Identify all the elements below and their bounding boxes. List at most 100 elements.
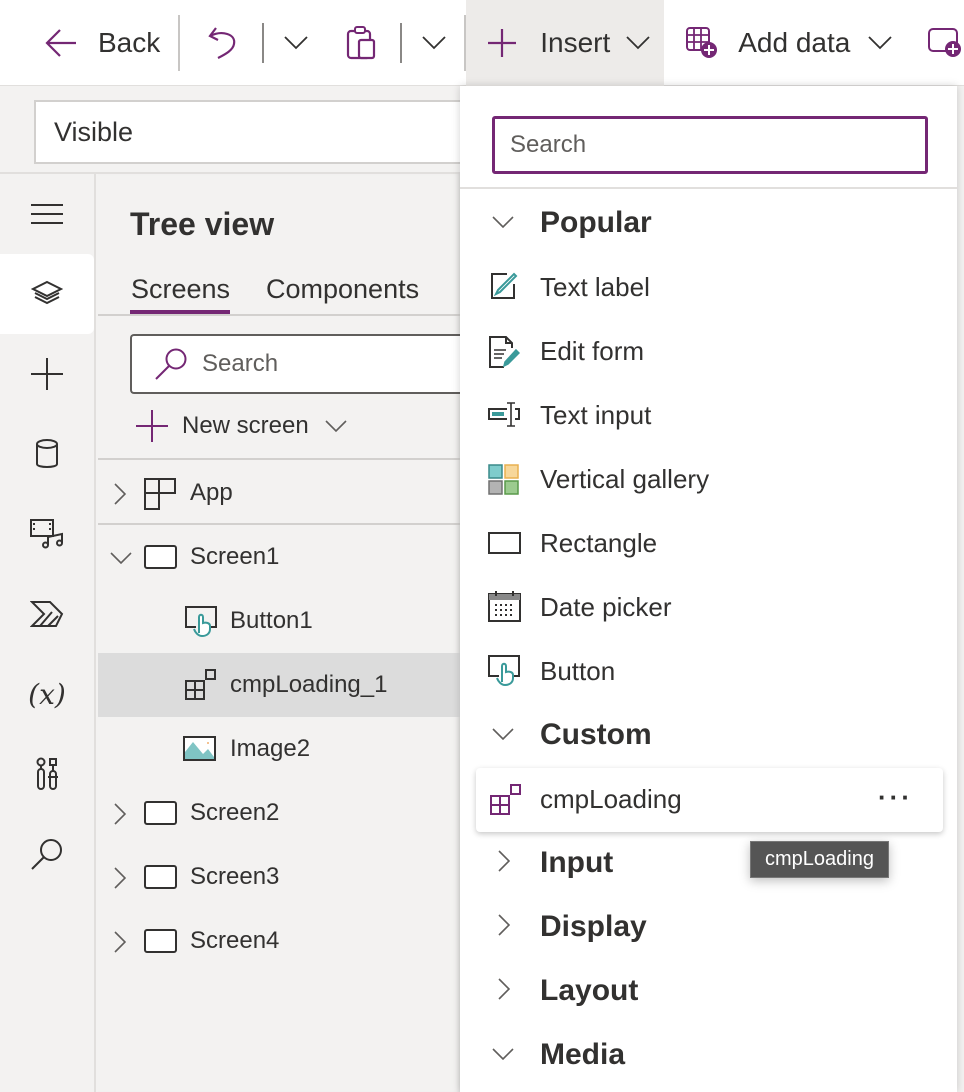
chevron-right-icon[interactable] [114, 931, 126, 953]
vertical-gallery-icon [488, 464, 520, 496]
chevron-right-icon[interactable] [114, 803, 126, 825]
component-icon [185, 669, 217, 701]
left-rail: (x) [0, 174, 96, 1092]
chevron-right-icon[interactable] [114, 483, 126, 505]
insert-item-label: Text input [540, 400, 652, 430]
paste-button[interactable] [346, 0, 400, 86]
category-custom[interactable]: Custom [460, 704, 957, 768]
insert-item-cmploading[interactable]: cmpLoading ··· [476, 768, 943, 832]
add-data-label: Add data [738, 26, 851, 58]
undo-button[interactable] [180, 0, 262, 86]
chevron-down-icon [325, 419, 347, 433]
category-label: Layout [540, 974, 639, 1007]
tree-node-label: cmpLoading_1 [230, 671, 388, 698]
category-layout[interactable]: Layout [460, 960, 957, 1024]
rail-power-automate-button[interactable] [0, 574, 94, 654]
tree-node-control-selected[interactable]: cmpLoading_1 [98, 653, 460, 717]
chevron-right-icon [498, 978, 510, 1000]
insert-item-text-label[interactable]: Text label [460, 256, 957, 320]
insert-item-label: Button [540, 656, 616, 686]
tab-screens[interactable]: Screens [131, 274, 230, 305]
tree-node-control[interactable]: Image2 [98, 717, 460, 781]
property-dropdown[interactable]: Visible [34, 100, 494, 164]
category-display[interactable]: Display [460, 896, 957, 960]
canvas-edge [957, 86, 964, 1092]
power-automate-icon [30, 600, 64, 628]
chevron-down-icon[interactable] [110, 552, 132, 564]
rail-variables-button[interactable]: (x) [0, 654, 94, 734]
tree-tabs: Screens Components [98, 270, 460, 316]
command-bar: Back Insert Add data [0, 0, 964, 86]
undo-icon [208, 26, 238, 60]
tree-node-screen[interactable]: Screen4 [98, 909, 460, 973]
screen-icon [144, 929, 178, 955]
tree-node-screen[interactable]: Screen3 [98, 845, 460, 909]
component-icon [490, 784, 522, 816]
more-options-button[interactable]: ··· [878, 782, 913, 813]
category-media[interactable]: Media [460, 1024, 957, 1088]
tree-view-title: Tree view [130, 206, 275, 242]
insert-item-label: Text label [540, 272, 650, 302]
database-icon [35, 439, 59, 469]
arrow-left-icon [44, 28, 78, 58]
add-table-icon [686, 26, 718, 59]
insert-button[interactable]: Insert [466, 0, 665, 86]
chevron-down-icon [868, 35, 892, 50]
plus-icon [136, 410, 168, 442]
rail-search-button[interactable] [0, 814, 94, 894]
rail-advanced-tools-button[interactable] [0, 734, 94, 814]
category-popular[interactable]: Popular [460, 192, 957, 256]
tools-icon [36, 757, 58, 791]
search-icon [31, 838, 63, 870]
tree-search-input[interactable]: Search [130, 334, 470, 394]
undo-dropdown-button[interactable] [264, 0, 346, 86]
layers-icon [31, 280, 63, 308]
hamburger-icon [31, 203, 63, 225]
image-icon [183, 736, 217, 762]
category-label: Media [540, 1038, 626, 1071]
chevron-right-icon [498, 850, 510, 872]
chevron-down-icon [422, 35, 446, 50]
plus-icon [31, 358, 63, 390]
media-icon [30, 519, 64, 549]
search-icon [154, 347, 188, 381]
rail-media-button[interactable] [0, 494, 94, 574]
chevron-down-icon [492, 1048, 514, 1060]
category-label: Popular [540, 206, 652, 239]
insert-item-date-picker[interactable]: Date picker [460, 576, 957, 640]
tree-node-label: Button1 [230, 607, 313, 634]
insert-item-label: Edit form [540, 336, 645, 366]
screen-icon [144, 801, 178, 827]
rail-data-button[interactable] [0, 414, 94, 494]
back-button[interactable]: Back [0, 0, 178, 86]
chevron-right-icon[interactable] [114, 867, 126, 889]
tooltip: cmpLoading [750, 841, 889, 878]
tree-node-label: Screen2 [190, 799, 280, 826]
insert-item-vertical-gallery[interactable]: Vertical gallery [460, 448, 957, 512]
tree-node-control[interactable]: Button1 [98, 589, 460, 653]
screen-icon [144, 865, 178, 891]
insert-label: Insert [540, 26, 611, 58]
rail-tree-view-button[interactable] [0, 254, 94, 334]
insert-item-label: cmpLoading [540, 784, 682, 814]
insert-item-text-input[interactable]: Text input [460, 384, 957, 448]
insert-item-edit-form[interactable]: Edit form [460, 320, 957, 384]
insert-item-label: Date picker [540, 592, 672, 622]
tree-node-screen[interactable]: Screen1 [98, 525, 460, 589]
tree-node-screen[interactable]: Screen2 [98, 781, 460, 845]
new-screen-button[interactable]: New screen [136, 410, 347, 442]
clipboard-icon [346, 25, 376, 60]
new-screen-toolbar-button[interactable] [892, 0, 962, 86]
tree-node-app[interactable]: App [98, 461, 460, 525]
paste-dropdown-button[interactable] [402, 0, 464, 86]
rail-insert-button[interactable] [0, 334, 94, 414]
tab-components[interactable]: Components [266, 274, 419, 305]
insert-item-rectangle[interactable]: Rectangle [460, 512, 957, 576]
rail-menu-button[interactable] [0, 174, 94, 254]
insert-item-button[interactable]: Button [460, 640, 957, 704]
add-data-button[interactable]: Add data [664, 0, 892, 86]
chevron-right-icon [498, 914, 510, 936]
insert-search-input[interactable]: Search [492, 116, 928, 174]
property-value: Visible [54, 116, 134, 147]
divider [98, 458, 460, 460]
